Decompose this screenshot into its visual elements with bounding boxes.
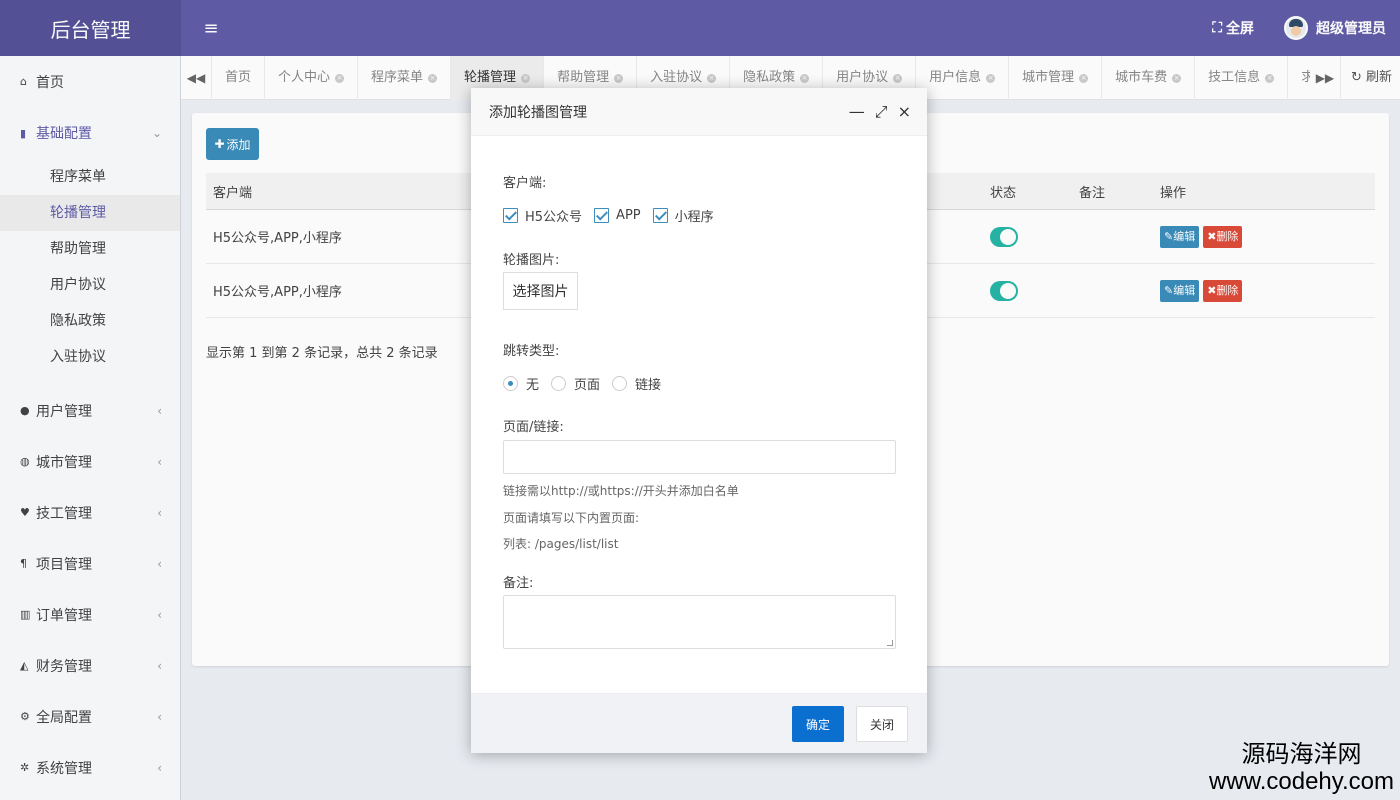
minimize-icon[interactable]: —: [849, 102, 865, 121]
watermark-url: www.codehy.com: [1209, 768, 1394, 795]
radio-label: 页面: [574, 378, 601, 393]
radio-label: 链接: [635, 378, 662, 393]
checkbox-label: H5公众号: [525, 210, 583, 225]
radio-label: 无: [526, 378, 540, 393]
check-icon: [652, 208, 668, 223]
client-label: 客户端:: [503, 176, 547, 191]
resize-handle-icon[interactable]: [887, 640, 893, 646]
radio-icon: [612, 376, 628, 391]
radio-page[interactable]: 页面: [551, 374, 600, 393]
checkbox-label: APP: [616, 208, 641, 223]
watermark: 源码海洋网 www.codehy.com: [1209, 740, 1394, 796]
dialog-title: 添加轮播图管理: [489, 104, 587, 121]
image-label: 轮播图片:: [503, 253, 560, 268]
checkbox-label: 小程序: [674, 210, 714, 225]
choose-image-button[interactable]: 选择图片: [503, 272, 578, 310]
radio-icon: [551, 376, 567, 391]
checkbox-app[interactable]: APP: [594, 208, 641, 223]
radio-link[interactable]: 链接: [612, 374, 661, 393]
close-icon[interactable]: ×: [898, 102, 911, 121]
check-icon: [594, 208, 610, 223]
maximize-icon[interactable]: ⤢: [875, 102, 888, 122]
checkbox-miniprogram[interactable]: 小程序: [652, 206, 714, 225]
list-page-hint: 列表: /pages/list/list: [503, 537, 619, 551]
radio-none[interactable]: 无: [503, 374, 539, 393]
remark-textarea[interactable]: [503, 595, 896, 649]
dialog-tools: — ⤢ ×: [849, 102, 927, 122]
dialog-footer: 确定 关闭: [471, 693, 927, 753]
link-hint: 链接需以http://或https://开头并添加白名单: [503, 484, 739, 498]
radio-selected-icon: [503, 376, 518, 391]
remark-label: 备注:: [503, 576, 534, 591]
confirm-button[interactable]: 确定: [792, 706, 844, 742]
dialog-header: 添加轮播图管理 — ⤢ ×: [471, 88, 927, 136]
jump-type-radio-group: 无 页面 链接: [503, 374, 673, 393]
page-link-label: 页面/链接:: [503, 420, 564, 435]
close-button[interactable]: 关闭: [856, 706, 908, 742]
check-icon: [503, 208, 518, 223]
client-checkbox-group: H5公众号 APP 小程序: [503, 206, 726, 225]
checkbox-h5[interactable]: H5公众号: [503, 206, 582, 225]
watermark-title: 源码海洋网: [1241, 740, 1362, 768]
page-link-input[interactable]: [503, 440, 896, 474]
page-hint: 页面请填写以下内置页面:: [503, 511, 640, 525]
add-carousel-dialog: 添加轮播图管理 — ⤢ × 客户端: H5公众号 APP 小程序 轮播图片: 选…: [471, 88, 927, 753]
jump-type-label: 跳转类型:: [503, 344, 560, 359]
